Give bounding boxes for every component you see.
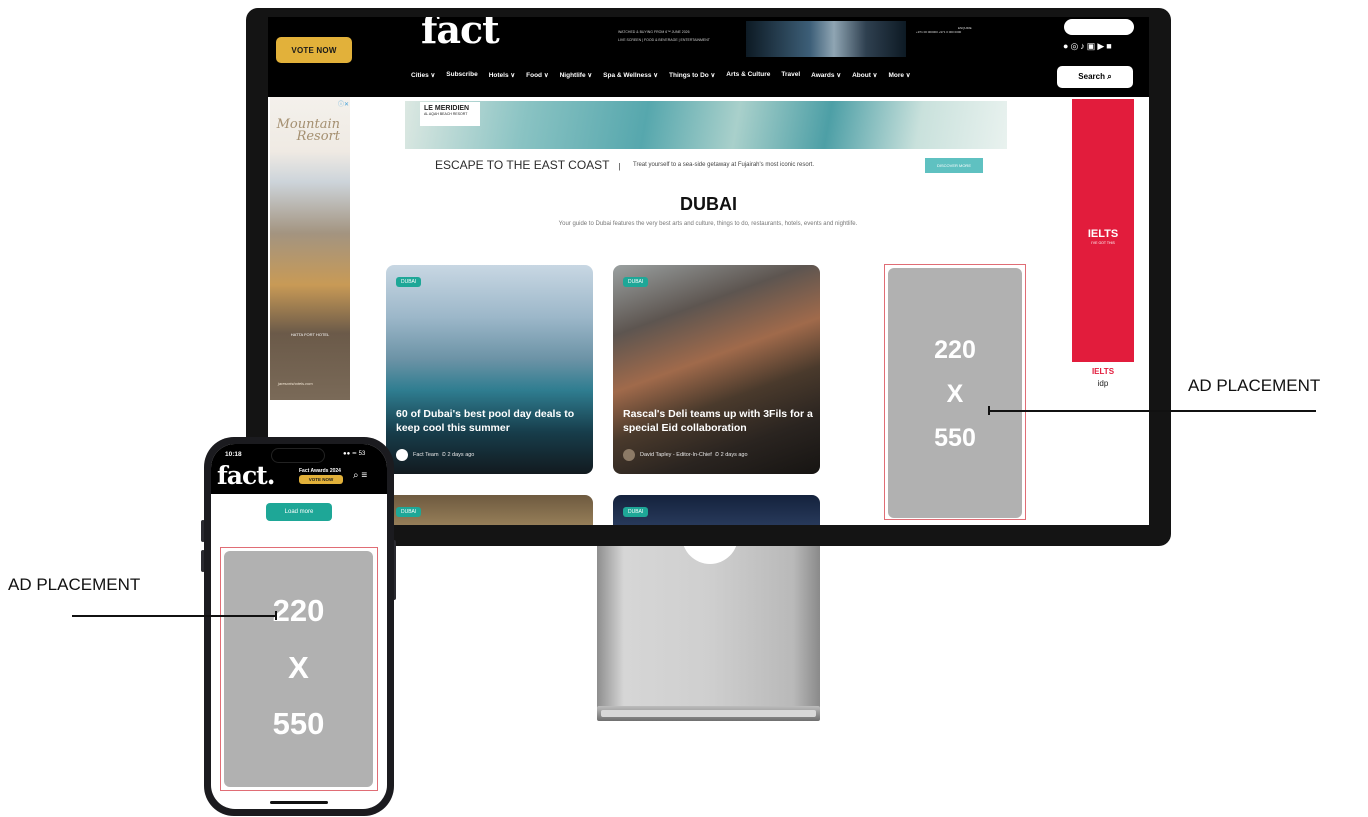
ad-placement-box: 220 X 550 bbox=[888, 268, 1022, 518]
author-avatar bbox=[623, 449, 635, 461]
subscribe-pill-button[interactable] bbox=[1064, 19, 1134, 35]
mobile-vote-now-button[interactable]: VOTE NOW bbox=[299, 475, 343, 484]
header-promo-image[interactable] bbox=[746, 21, 906, 57]
hamburger-menu-icon[interactable]: ≡ bbox=[361, 470, 367, 481]
left-skyscraper-ad[interactable]: Mountain Resort HATTA FORT HOTEL jaresor… bbox=[270, 97, 350, 400]
banner-separator: | bbox=[618, 162, 621, 171]
ticker-line-1: WATCHED & BUYING FROM 6™ JUNE 2026 bbox=[618, 30, 690, 34]
banner-headline-text: ESCAPE TO THE EAST COAST bbox=[435, 158, 610, 172]
card-tag[interactable]: DUBAI bbox=[623, 507, 649, 517]
main-nav: Cities ∨ Subscribe Hotels ∨ Food ∨ Night… bbox=[411, 71, 911, 79]
callout-tick-left bbox=[275, 611, 277, 620]
enquire-phone: +971 00 000000 +971 0 000 0000 bbox=[916, 30, 962, 34]
article-card[interactable]: DUBAI Rascal's Deli teams up with 3Fils … bbox=[613, 265, 820, 474]
search-menu-icons: ⌕ ≡ bbox=[353, 470, 367, 481]
ielts-logo: IELTS bbox=[1087, 228, 1119, 240]
dynamic-island bbox=[271, 448, 325, 463]
nav-item-things-to-do[interactable]: Things to Do ∨ bbox=[669, 71, 715, 79]
callout-ad-placement-right: AD PLACEMENT bbox=[1188, 376, 1321, 395]
nav-item-arts[interactable]: Arts & Culture bbox=[726, 71, 770, 79]
ticker-line-2: LIVE SCREEN | FOOD & BEVERAGE | ENTERTAI… bbox=[618, 38, 710, 42]
linkedin-icon[interactable]: ■ bbox=[1106, 41, 1113, 51]
status-icons: ●● ≃ 53 bbox=[343, 451, 366, 457]
meridien-sub: AL AQAH BEACH RESORT bbox=[424, 112, 468, 116]
banner-headline: ESCAPE TO THE EAST COAST | bbox=[435, 158, 621, 172]
discover-more-button[interactable]: DISCOVER MORE bbox=[925, 158, 983, 173]
ielts-tagline: I'VE GOT THIS bbox=[1091, 241, 1115, 245]
idp-logo: idp bbox=[1097, 379, 1109, 388]
card-meta: Fact Team ⏲ 2 days ago bbox=[413, 452, 474, 459]
youtube-icon[interactable]: ▶ bbox=[1097, 41, 1106, 51]
page-title: DUBAI bbox=[680, 194, 737, 214]
mobile-screen: 10:18 ●● ≃ 53 fact. Fact Awards 2024 VOT… bbox=[211, 444, 387, 809]
status-time: 10:18 bbox=[225, 451, 242, 458]
nav-item-subscribe[interactable]: Subscribe bbox=[446, 71, 477, 79]
nav-item-nightlife[interactable]: Nightlife ∨ bbox=[560, 71, 593, 79]
mobile-header: 10:18 ●● ≃ 53 fact. Fact Awards 2024 VOT… bbox=[211, 444, 387, 494]
ad-size-width: 220 bbox=[934, 336, 976, 364]
left-ad-url: jaresortshotels.com bbox=[278, 381, 313, 386]
left-ad-hotel: HATTA FORT HOTEL bbox=[290, 332, 330, 337]
search-button[interactable]: Search ⌕ bbox=[1057, 66, 1133, 88]
nav-item-hotels[interactable]: Hotels ∨ bbox=[489, 71, 515, 79]
nav-item-cities[interactable]: Cities ∨ bbox=[411, 71, 435, 79]
ad-size-x: X bbox=[946, 380, 964, 408]
threads-icon[interactable]: ▣ bbox=[1087, 41, 1098, 51]
card-time: ⏲ 2 days ago bbox=[714, 452, 748, 458]
banner-ad-image[interactable] bbox=[405, 101, 1007, 149]
article-card[interactable]: DUBAI bbox=[386, 495, 593, 525]
site-logo[interactable]: fact bbox=[421, 17, 500, 52]
meridien-logo: LE MERIDIEN AL AQAH BEACH RESORT bbox=[420, 102, 480, 126]
mobile-logo[interactable]: fact. bbox=[217, 461, 275, 490]
callout-line-left bbox=[72, 615, 276, 617]
card-time: ⏲ 2 days ago bbox=[441, 452, 475, 458]
fact-awards-label: Fact Awards 2024 bbox=[299, 468, 341, 474]
mobile-ad-placement-box: 220 X 550 bbox=[224, 551, 373, 787]
nav-item-about[interactable]: About ∨ bbox=[852, 71, 877, 79]
card-title[interactable]: 60 of Dubai's best pool day deals to kee… bbox=[396, 407, 581, 435]
banner-subline: Treat yourself to a sea-side getaway at … bbox=[633, 162, 814, 168]
vote-now-button[interactable]: VOTE NOW bbox=[276, 37, 352, 63]
adchoices-icon[interactable]: ⓘ✕ bbox=[338, 99, 349, 108]
page-description: Your guide to Dubai features the very be… bbox=[558, 221, 858, 227]
card-meta: David Tapley - Editor-In-Chief ⏲ 2 days … bbox=[640, 452, 748, 459]
home-indicator[interactable] bbox=[270, 801, 328, 804]
card-author[interactable]: Fact Team bbox=[413, 452, 439, 458]
callout-line-right bbox=[989, 410, 1316, 412]
author-avatar bbox=[396, 449, 408, 461]
left-ad-title: Mountain Resort bbox=[276, 117, 340, 144]
meridien-brand: LE MERIDIEN bbox=[424, 105, 470, 112]
search-icon[interactable]: ⌕ bbox=[353, 470, 359, 481]
mobile-ad-size-x: X bbox=[288, 650, 309, 685]
mobile-ad-size-height: 550 bbox=[272, 706, 325, 741]
site-header: VOTE NOW fact WATCHED & BUYING FROM 6™ J… bbox=[268, 17, 1149, 97]
stand-base-highlight bbox=[601, 710, 816, 717]
card-tag[interactable]: DUBAI bbox=[396, 277, 422, 287]
card-tag[interactable]: DUBAI bbox=[396, 507, 422, 517]
nav-item-awards[interactable]: Awards ∨ bbox=[811, 71, 841, 79]
article-card[interactable]: DUBAI bbox=[613, 495, 820, 525]
ad-size-height: 550 bbox=[934, 424, 976, 452]
card-tag[interactable]: DUBAI bbox=[623, 277, 649, 287]
article-card[interactable]: DUBAI 60 of Dubai's best pool day deals … bbox=[386, 265, 593, 474]
mobile-ad-size-width: 220 bbox=[272, 593, 325, 628]
monitor-stand bbox=[597, 546, 820, 714]
load-more-button[interactable]: Load more bbox=[266, 503, 332, 521]
ielts-footer-brand: IELTS bbox=[1091, 367, 1115, 376]
instagram-icon[interactable]: ◎ bbox=[1070, 41, 1080, 51]
nav-item-travel[interactable]: Travel bbox=[781, 71, 800, 79]
callout-tick-right bbox=[988, 406, 990, 415]
card-title[interactable]: Rascal's Deli teams up with 3Fils for a … bbox=[623, 407, 813, 435]
social-icons: ●◎♪▣▶■ bbox=[1063, 41, 1114, 52]
nav-item-more[interactable]: More ∨ bbox=[888, 71, 910, 79]
callout-ad-placement-left: AD PLACEMENT bbox=[8, 575, 141, 594]
nav-item-spa[interactable]: Spa & Wellness ∨ bbox=[603, 71, 658, 79]
desktop-screen: VOTE NOW fact WATCHED & BUYING FROM 6™ J… bbox=[268, 17, 1149, 525]
card-author[interactable]: David Tapley - Editor-In-Chief bbox=[640, 452, 712, 458]
nav-item-food[interactable]: Food ∨ bbox=[526, 71, 548, 79]
